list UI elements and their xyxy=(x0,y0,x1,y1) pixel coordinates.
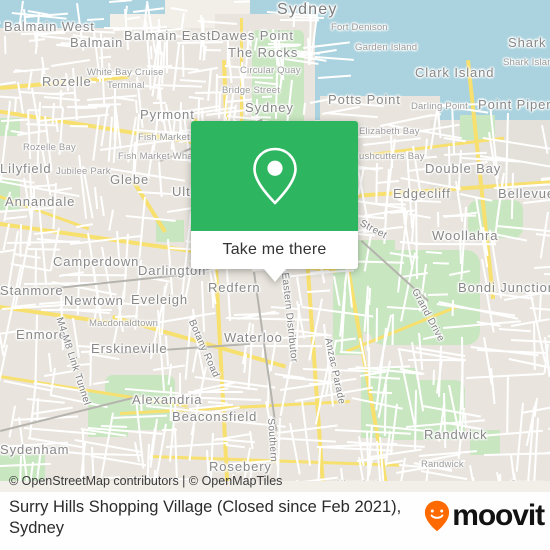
moovit-wordmark: moovit xyxy=(452,499,545,532)
map-label: Darling Point xyxy=(411,101,468,112)
map-minor-road xyxy=(69,124,89,127)
map-label: Shark Island xyxy=(508,35,550,50)
map-minor-road xyxy=(101,424,128,428)
map-minor-road xyxy=(36,397,39,423)
map-label: Eveleigh xyxy=(131,292,189,307)
map-label: Bellevue Hill xyxy=(498,186,550,201)
popup-header xyxy=(191,121,358,231)
map-minor-road xyxy=(437,212,440,228)
moovit-logo[interactable]: moovit xyxy=(424,499,545,532)
map-label: Shark Island xyxy=(503,57,550,68)
footer-bar: Surry Hills Shopping Village (Closed sin… xyxy=(0,492,550,550)
map-label: Alexandria xyxy=(132,392,203,407)
map-label: Rosebery xyxy=(209,459,272,474)
map-label: Annandale xyxy=(5,194,76,209)
map-label: Randwick xyxy=(421,459,464,470)
map-label: Macdonaldtown xyxy=(89,318,159,329)
map-minor-road xyxy=(166,39,168,74)
map-minor-road xyxy=(375,202,406,205)
map-label: Randwick xyxy=(424,427,488,442)
map-canvas[interactable]: Balmain West Balmain Balmain East Dawes Poi… xyxy=(0,0,550,481)
map-label: Lilyfield xyxy=(0,161,52,176)
map-label: Redfern xyxy=(208,280,261,295)
map-label: Rushcutters Bay xyxy=(352,151,425,162)
map-label: Fish Market xyxy=(138,132,190,143)
map-label: Beaconsfield xyxy=(172,409,258,424)
map-minor-road xyxy=(391,313,394,345)
map-label: Waterloo xyxy=(224,330,283,345)
map-label: Rozelle xyxy=(42,74,92,89)
map-label: Jubilee Park xyxy=(56,166,111,177)
map-screenshot: Balmain West Balmain Balmain East Dawes Poi… xyxy=(0,0,550,550)
map-label: Fish Market Wharf xyxy=(118,151,199,162)
map-label: Fort Denison xyxy=(331,22,388,33)
map-label: Glebe xyxy=(110,172,150,187)
map-label: Edgecliff xyxy=(393,186,451,201)
map-label: Rozelle Bay xyxy=(23,142,76,153)
map-minor-road xyxy=(205,48,221,51)
map-label: The Rocks xyxy=(228,45,299,60)
map-attribution: © OpenStreetMap contributors | © OpenMap… xyxy=(9,474,283,488)
map-label: Sydney xyxy=(245,100,294,115)
map-label: Balmain xyxy=(70,35,124,50)
moovit-pin-icon xyxy=(425,500,450,532)
map-minor-road xyxy=(27,108,40,111)
map-label: Stanmore xyxy=(0,283,64,298)
map-label: Bridge Street xyxy=(222,85,281,96)
take-me-there-button[interactable]: Take me there xyxy=(191,231,358,269)
map-minor-road xyxy=(59,90,62,109)
map-label: Erskineville xyxy=(91,341,168,356)
map-label: Balmain West xyxy=(4,19,95,34)
map-minor-road xyxy=(150,46,153,60)
map-label: Pyrmont xyxy=(140,107,195,122)
map-label: Bondi Junction xyxy=(458,280,550,295)
location-popup[interactable]: Take me there xyxy=(191,121,358,282)
map-label: Circular Quay xyxy=(240,65,301,76)
map-minor-road xyxy=(375,162,378,203)
map-label: Garden Island xyxy=(355,42,418,53)
map-label: Sydney xyxy=(277,1,338,18)
map-label: Woollahra xyxy=(432,228,499,243)
map-label: Balmain East xyxy=(124,28,212,43)
map-pin-icon xyxy=(252,147,297,205)
map-label: Potts Point xyxy=(328,92,401,107)
map-label: Sydenham xyxy=(0,442,70,457)
map-label: Camperdown xyxy=(53,254,140,269)
map-minor-road xyxy=(367,299,369,352)
map-label: Double Bay xyxy=(425,161,502,176)
place-title: Surry Hills Shopping Village (Closed sin… xyxy=(9,498,402,537)
map-label: Newtown xyxy=(64,293,124,308)
map-label: White Bay Cruise xyxy=(87,67,164,78)
map-label: Terminal xyxy=(107,80,145,91)
map-label: Dawes Point xyxy=(211,28,294,43)
popup-tail xyxy=(263,269,286,282)
map-label: Clark Island xyxy=(415,65,495,80)
map-label: Elizabeth Bay xyxy=(359,126,420,137)
map-label: Point Piper xyxy=(478,97,550,112)
map-minor-road xyxy=(375,307,378,342)
